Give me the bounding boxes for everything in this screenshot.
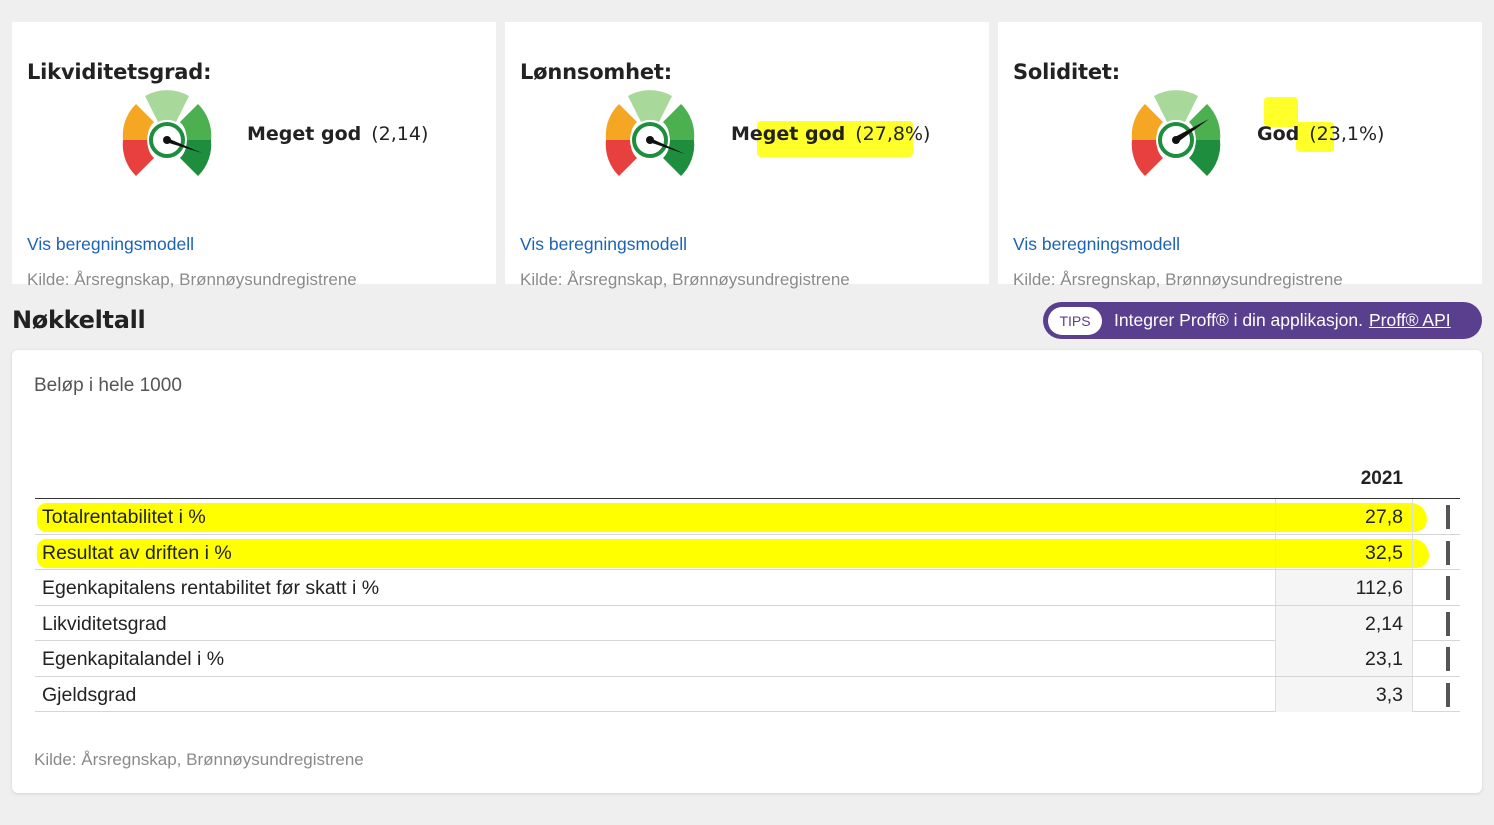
gauge-icon bbox=[122, 90, 212, 176]
source-text: Kilde: Årsregnskap, Brønnøysundregistren… bbox=[34, 750, 364, 769]
mini-bar bbox=[1446, 611, 1450, 636]
rating-label: Meget god bbox=[731, 123, 846, 145]
tips-badge: TIPS bbox=[1048, 306, 1102, 335]
table-row[interactable]: 112,6 Egenkapitalens rentabilitet før sk… bbox=[35, 570, 1460, 606]
rating-label: Meget god bbox=[247, 123, 362, 145]
source-text: Kilde: Årsregnskap, Brønnøysundregistren… bbox=[520, 270, 850, 289]
card-soliditet: Soliditet: God (23,1%) Vis beregningsmode… bbox=[998, 22, 1482, 289]
section-title: Nøkkeltall bbox=[12, 306, 146, 334]
highlight-mark bbox=[37, 503, 1427, 532]
value-cell: 3,3 bbox=[1275, 676, 1413, 712]
rating-value: (23,1%) bbox=[1309, 123, 1385, 145]
table-row[interactable]: 27,8 Totalrentabilitet i % bbox=[35, 499, 1460, 535]
vis-beregningsmodell-link[interactable]: Vis beregningsmodell bbox=[27, 234, 194, 255]
year-column-header[interactable]: 2021 bbox=[1275, 468, 1412, 490]
rating: God (23,1%) bbox=[1257, 123, 1384, 145]
tips-text: Integrer Proff® i din applikasjon. bbox=[1114, 310, 1363, 330]
table-row[interactable]: 2,14 Likviditetsgrad bbox=[35, 605, 1460, 641]
mini-bar bbox=[1446, 647, 1450, 671]
mini-bar bbox=[1446, 540, 1450, 565]
card-title: Likviditetsgrad: bbox=[27, 60, 212, 84]
label-cell: Egenkapitalandel i % bbox=[42, 648, 225, 670]
rating-value: (2,14) bbox=[371, 123, 429, 145]
unit-note: Beløp i hele 1000 bbox=[34, 375, 182, 396]
rating: Meget god (2,14) bbox=[247, 123, 428, 145]
value-cell: 27,8 bbox=[1275, 499, 1413, 534]
key-figures-table: 27,8 Totalrentabilitet i % 32,5 Resultat… bbox=[35, 498, 1460, 712]
mini-bar bbox=[1446, 505, 1450, 529]
rating-value: (27,8%) bbox=[855, 123, 931, 145]
card-title: Soliditet: bbox=[1013, 60, 1120, 84]
value-cell: 2,14 bbox=[1275, 605, 1413, 641]
rating: Meget god (27,8%) bbox=[731, 123, 930, 145]
value-cell: 23,1 bbox=[1275, 641, 1413, 676]
label-cell: Likviditetsgrad bbox=[42, 612, 167, 635]
label-cell: Totalrentabilitet i % bbox=[42, 506, 206, 528]
mini-bar bbox=[1446, 576, 1450, 600]
value-cell: 112,6 bbox=[1275, 570, 1413, 605]
mini-bar bbox=[1446, 682, 1450, 707]
label-cell: Egenkapitalens rentabilitet før skatt i … bbox=[42, 577, 380, 599]
label-cell: Resultat av driften i % bbox=[42, 541, 232, 564]
table-row[interactable]: 32,5 Resultat av driften i % bbox=[35, 534, 1460, 570]
card-likviditetsgrad: Likviditetsgrad: Meget god (2,14) Vis ber… bbox=[12, 22, 496, 289]
rating-label: God bbox=[1257, 123, 1300, 145]
table-row[interactable]: 3,3 Gjeldsgrad bbox=[35, 676, 1460, 712]
highlight-mark bbox=[37, 538, 1429, 568]
source-text: Kilde: Årsregnskap, Brønnøysundregistren… bbox=[27, 270, 357, 289]
vis-beregningsmodell-link[interactable]: Vis beregningsmodell bbox=[1013, 234, 1180, 255]
gauge-icon bbox=[1131, 90, 1221, 176]
card-title: Lønnsomhet: bbox=[520, 60, 672, 84]
vis-beregningsmodell-link[interactable]: Vis beregningsmodell bbox=[520, 234, 687, 255]
tips-banner: TIPS Integrer Proff® i din applikasjon. … bbox=[1043, 302, 1482, 339]
label-cell: Gjeldsgrad bbox=[42, 683, 137, 706]
key-figures-panel: Beløp i hele 1000 2021 27,8 Totalrentabi… bbox=[12, 350, 1482, 793]
gauge-icon bbox=[605, 90, 695, 176]
card-lonnsomhet: Lønnsomhet: Meget god (27,8%) Vis beregni… bbox=[505, 22, 989, 289]
source-text: Kilde: Årsregnskap, Brønnøysundregistren… bbox=[1013, 270, 1343, 289]
proff-api-link[interactable]: Proff® API bbox=[1369, 310, 1451, 331]
value-cell: 32,5 bbox=[1275, 534, 1413, 570]
table-row[interactable]: 23,1 Egenkapitalandel i % bbox=[35, 641, 1460, 677]
